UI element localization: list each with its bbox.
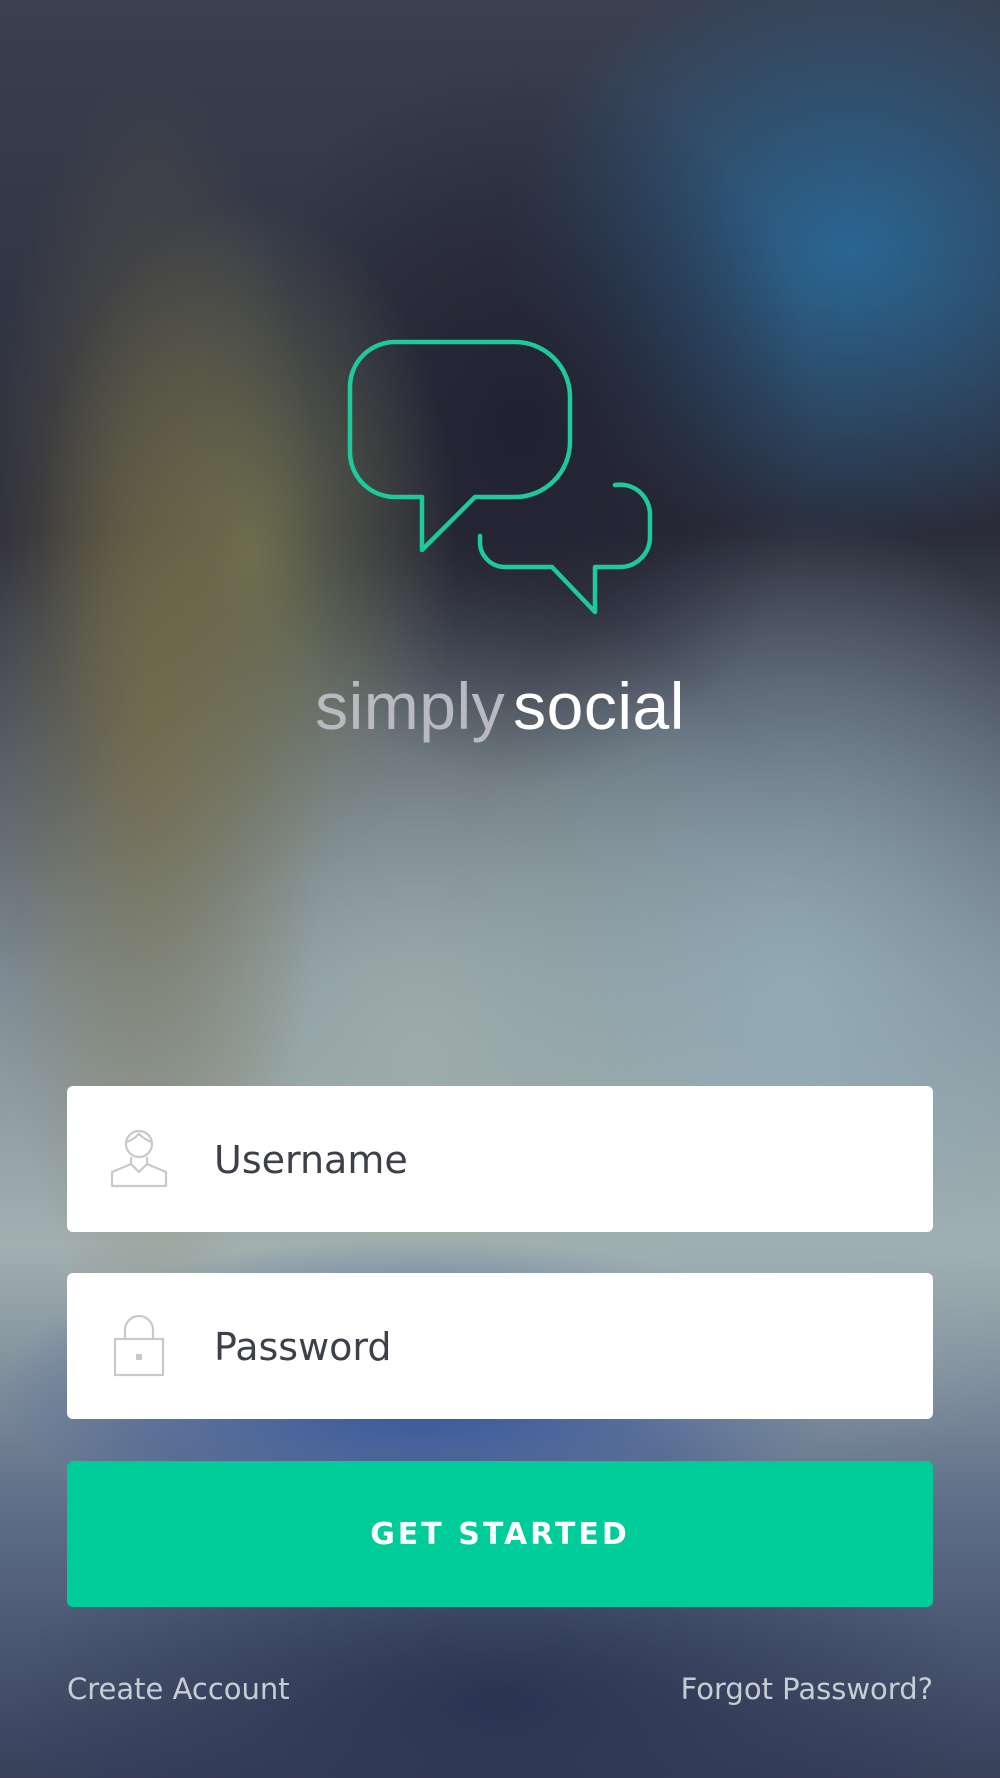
brand-word-simply: simply (315, 669, 506, 743)
lock-icon (113, 1314, 165, 1377)
chat-bubbles-icon (347, 339, 653, 615)
username-input[interactable] (212, 1086, 906, 1234)
username-field[interactable] (67, 1086, 933, 1234)
login-screen: simplysocial GET STARTED Create Account … (0, 0, 1000, 1778)
password-input[interactable] (212, 1273, 906, 1421)
get-started-button[interactable]: GET STARTED (67, 1461, 933, 1607)
create-account-link[interactable]: Create Account (67, 1672, 290, 1706)
brand-wordmark: simply social (0, 668, 1000, 744)
user-icon (110, 1129, 168, 1188)
brand-word-social: social (513, 669, 685, 743)
password-field[interactable] (67, 1273, 933, 1421)
forgot-password-link[interactable]: Forgot Password? (681, 1672, 933, 1706)
